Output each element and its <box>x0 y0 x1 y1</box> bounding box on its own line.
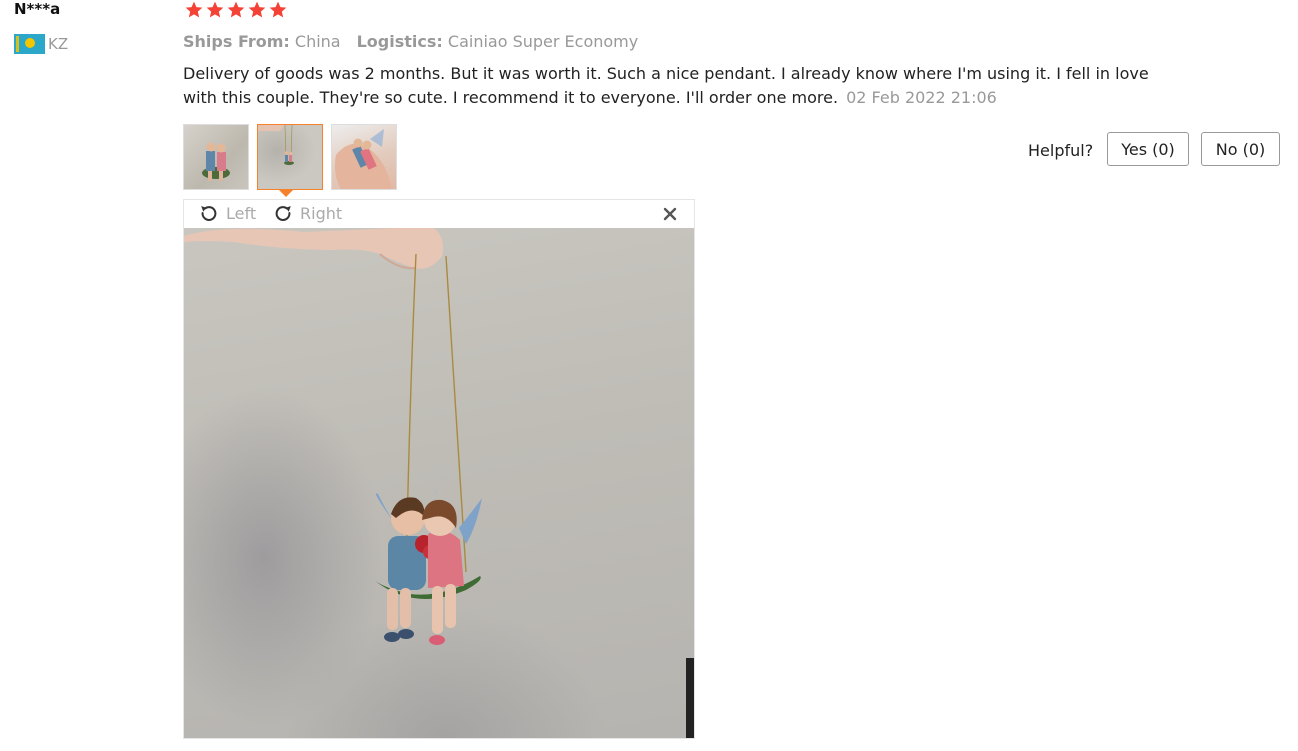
rotate-right-label: Right <box>300 203 343 223</box>
rotate-right-button[interactable]: Right <box>272 202 342 224</box>
star-icon <box>248 1 266 18</box>
review-photo-large <box>184 228 694 738</box>
kazakhstan-flag-icon <box>14 34 45 54</box>
ships-from: Ships From: China <box>183 32 341 51</box>
logistics-value: Cainiao Super Economy <box>447 32 639 51</box>
ships-from-value: China <box>294 32 341 51</box>
rotate-right-icon <box>275 206 291 221</box>
reviewer-name: N***a <box>14 0 61 18</box>
image-viewer: Left Right <box>183 199 695 739</box>
review-thumbnail-selected[interactable] <box>257 124 323 190</box>
star-icon <box>185 1 203 18</box>
helpful-no-button[interactable]: No (0) <box>1201 132 1280 166</box>
logistics: Logistics: Cainiao Super Economy <box>357 32 639 51</box>
country-code: KZ <box>48 35 69 53</box>
image-viewer-toolbar: Left Right <box>184 200 694 228</box>
review-thumbnail[interactable] <box>331 124 397 190</box>
review-text: Delivery of goods was 2 months. But it w… <box>183 64 1149 107</box>
selected-thumbnail-indicator <box>279 190 293 197</box>
review-image-thumbnails <box>183 124 397 190</box>
fairy-couple-swing-photo <box>184 228 694 738</box>
rotate-left-button[interactable]: Left <box>198 202 256 224</box>
rotate-left-icon <box>201 206 217 221</box>
helpful-label: Helpful? <box>1028 141 1094 160</box>
close-icon[interactable] <box>662 206 678 222</box>
order-meta: Ships From: China Logistics: Cainiao Sup… <box>183 32 638 51</box>
review-date: 02 Feb 2022 21:06 <box>846 88 997 107</box>
review-body: Delivery of goods was 2 months. But it w… <box>183 62 1168 110</box>
star-icon <box>269 1 287 18</box>
reviewer-country: KZ <box>14 34 68 54</box>
review-thumbnail[interactable] <box>183 124 249 190</box>
star-icon <box>206 1 224 18</box>
helpful-yes-button[interactable]: Yes (0) <box>1107 132 1189 166</box>
ships-from-label: Ships From: <box>183 32 290 51</box>
logistics-label: Logistics: <box>356 32 443 51</box>
rotate-left-label: Left <box>226 203 257 223</box>
star-icon <box>227 1 245 18</box>
star-rating <box>184 0 288 20</box>
